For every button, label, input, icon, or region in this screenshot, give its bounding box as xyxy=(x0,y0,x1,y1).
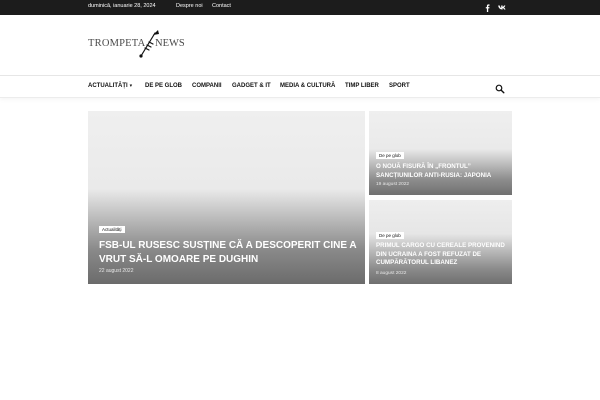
article-date: 19 august 2022 xyxy=(376,182,410,187)
about-link[interactable]: Despre noi xyxy=(176,3,203,9)
nav-item-companii[interactable]: COMPANII xyxy=(192,83,222,89)
nav-item-de-pe-glob[interactable]: DE PE GLOB xyxy=(145,83,182,89)
category-badge[interactable]: De pe glob xyxy=(376,232,404,239)
chevron-down-icon: ▾ xyxy=(129,83,133,89)
nav-item-label: ACTUALITĂȚI xyxy=(88,83,128,89)
main-nav: ACTUALITĂȚI ▾ DE PE GLOB COMPANII GADGET… xyxy=(0,76,600,98)
vk-icon[interactable] xyxy=(497,2,508,13)
nav-item-timp-liber[interactable]: TIMP LIBER xyxy=(345,83,379,89)
featured-article-tertiary[interactable]: De pe glob Primul cargo cu cereale prove… xyxy=(369,200,512,284)
article-title[interactable]: O nouă fisură în „frontul” sancțiunilor … xyxy=(376,163,508,180)
contact-link[interactable]: Contact xyxy=(212,3,231,9)
logo-word-trompeta: TROMPETA xyxy=(88,38,146,49)
article-date: 8 august 2022 xyxy=(376,271,407,276)
logo-word-news: NEWS xyxy=(155,38,185,49)
featured-article-main[interactable]: Actualități FSB-ul rusesc susține că a d… xyxy=(88,111,365,284)
article-date: 22 august 2022 xyxy=(99,268,134,274)
featured-article-secondary[interactable]: De pe glob O nouă fisură în „frontul” sa… xyxy=(369,111,512,195)
nav-item-media-cultura[interactable]: MEDIA & CULTURĂ xyxy=(280,83,335,89)
current-date: duminică, ianuarie 28, 2024 xyxy=(88,3,156,9)
search-icon[interactable] xyxy=(495,81,505,94)
site-header: TROMPETA NEWS xyxy=(0,15,600,75)
category-badge[interactable]: De pe glob xyxy=(376,152,404,159)
article-title[interactable]: Primul cargo cu cereale provenind din Uc… xyxy=(376,242,508,268)
category-badge[interactable]: Actualități xyxy=(99,226,125,233)
nav-item-sport[interactable]: SPORT xyxy=(389,83,410,89)
top-bar: duminică, ianuarie 28, 2024 Despre noi C… xyxy=(0,0,600,15)
nav-item-actualitati[interactable]: ACTUALITĂȚI ▾ xyxy=(88,83,132,89)
article-title[interactable]: FSB-ul rusesc susține că a descoperit ci… xyxy=(99,239,359,267)
facebook-icon[interactable] xyxy=(482,2,493,13)
nav-item-gadget-it[interactable]: GADGET & IT xyxy=(232,83,271,89)
site-logo[interactable]: TROMPETA NEWS xyxy=(88,29,188,59)
